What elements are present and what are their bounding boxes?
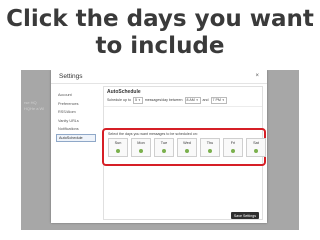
nav-item-account[interactable]: Account — [56, 91, 96, 100]
day-toggle-sat[interactable]: Sat — [246, 138, 266, 157]
headline-line-2: to include — [95, 33, 225, 59]
day-selector: Sun Mon Tue Wed Thu Fri Sat — [108, 138, 266, 157]
nav-item-preferences[interactable]: Preferences — [56, 100, 96, 109]
day-toggle-tue[interactable]: Tue — [154, 138, 174, 157]
day-toggle-sun[interactable]: Sun — [108, 138, 128, 157]
day-toggle-fri[interactable]: Fri — [223, 138, 243, 157]
day-toggle-wed[interactable]: Wed — [177, 138, 197, 157]
end-time-select[interactable]: 7 PM▼ — [210, 97, 227, 104]
close-icon[interactable]: × — [255, 73, 259, 79]
selected-dot-icon — [116, 149, 120, 153]
headline-line-1: Click the days you want — [6, 6, 314, 32]
selected-dot-icon — [139, 149, 143, 153]
and-text: and — [202, 98, 209, 102]
schedule-rule: Schedule up to 5▼ messages/day between 8… — [107, 97, 228, 104]
days-caption: Select the days you want messages to be … — [108, 132, 198, 136]
dialog-title: Settings — [59, 73, 83, 80]
selected-dot-icon — [208, 149, 212, 153]
chevron-down-icon: ▼ — [137, 98, 141, 102]
selected-dot-icon — [254, 149, 258, 153]
save-settings-button[interactable]: Save Settings — [230, 212, 259, 219]
dialog-divider — [51, 83, 267, 84]
nav-item-autoschedule[interactable]: AutoSchedule — [56, 133, 96, 142]
selected-dot-icon — [162, 149, 166, 153]
section-title: AutoSchedule — [107, 89, 141, 95]
settings-nav: Account Preferences RSS/Atom Vanity URLs… — [56, 91, 96, 142]
background-text: rse HQ — [24, 100, 37, 105]
nav-item-rss[interactable]: RSS/Atom — [56, 108, 96, 117]
chevron-down-icon: ▼ — [221, 98, 225, 102]
between-text: messages/day between — [144, 98, 183, 102]
chevron-down-icon: ▼ — [195, 98, 199, 102]
schedule-prefix: Schedule up to — [107, 98, 131, 102]
selected-dot-icon — [231, 149, 235, 153]
panel-divider — [104, 106, 262, 107]
settings-dialog: Settings × Account Preferences RSS/Atom … — [51, 70, 267, 223]
day-toggle-thu[interactable]: Thu — [200, 138, 220, 157]
screenshot-area: rse HQ HQHe a Wi Settings × Account Pref… — [21, 70, 299, 230]
background-text: HQHe a Wi — [24, 106, 45, 111]
nav-item-notifications[interactable]: Notifications — [56, 125, 96, 134]
nav-item-vanity-urls[interactable]: Vanity URLs — [56, 117, 96, 126]
days-highlight: Select the days you want messages to be … — [102, 128, 266, 166]
day-toggle-mon[interactable]: Mon — [131, 138, 151, 157]
selected-dot-icon — [185, 149, 189, 153]
headline: Click the days you want to include — [0, 6, 320, 60]
start-time-select[interactable]: 8 AM▼ — [184, 97, 201, 104]
count-select[interactable]: 5▼ — [132, 97, 143, 104]
